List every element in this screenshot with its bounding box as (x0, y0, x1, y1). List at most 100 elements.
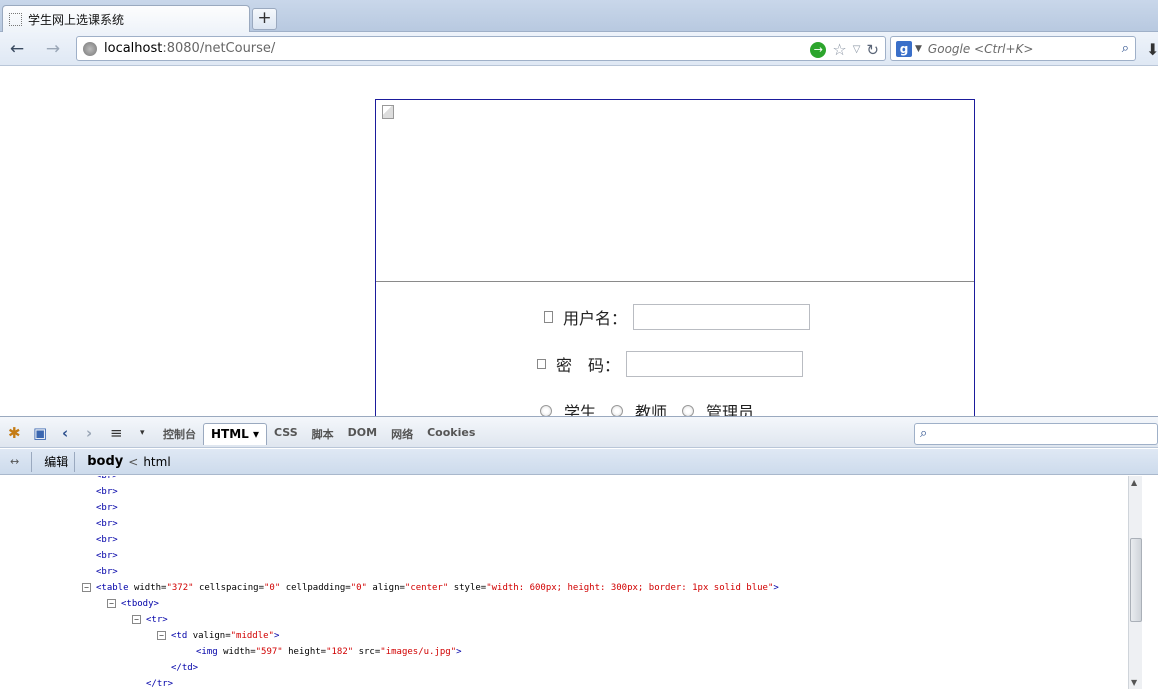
attr-name: height (288, 647, 321, 657)
download-arrow-icon[interactable]: ⬇ (1146, 40, 1158, 59)
firebug-search-input[interactable]: ⌕ (914, 423, 1158, 445)
tab-script[interactable]: 脚本 (305, 423, 341, 445)
attr-name: style (453, 583, 481, 593)
img-tag: <img (196, 647, 218, 657)
search-bar[interactable]: g ▼ Google <Ctrl+K> ⌕ (890, 36, 1136, 61)
scroll-up-icon[interactable]: ▲ (1131, 478, 1137, 487)
html-tree-panel: <br> <br> <br> <br> <br> <br> <br> − <tab… (0, 476, 1128, 689)
url-path: :8080/netCourse/ (162, 41, 276, 56)
panel-dropdown-icon[interactable]: ▾ (140, 425, 145, 441)
role-radio-student[interactable] (540, 405, 552, 416)
tab-cookies[interactable]: Cookies (420, 423, 482, 445)
back-arrow-icon[interactable]: ← (6, 38, 28, 60)
attr-value: "middle" (230, 631, 274, 641)
tree-line-td-close[interactable]: </td> (171, 660, 198, 676)
collapse-icon[interactable]: − (107, 599, 116, 608)
tree-line-img[interactable]: <img width="597" height="182" src="image… (196, 644, 462, 660)
search-placeholder: Google <Ctrl+K> (927, 41, 1034, 56)
attr-value: "images/u.jpg" (380, 647, 457, 657)
role-row: 学生 教师 管理员 (540, 399, 769, 416)
password-input[interactable] (626, 351, 804, 377)
globe-icon (83, 41, 97, 56)
tree-line-tr[interactable]: − <tr> (132, 612, 168, 628)
reload-icon[interactable]: ↻ (866, 41, 879, 59)
username-row: 用户名： (544, 304, 811, 330)
tree-line-br[interactable]: <br> (96, 564, 118, 580)
firebug-bug-icon[interactable]: ✱ (8, 425, 21, 441)
url-host: localhost (104, 41, 163, 56)
attr-name: width (133, 583, 162, 593)
attr-name: src (358, 647, 375, 657)
tab-html[interactable]: HTML ▾ (203, 423, 268, 445)
attr-value: "center" (404, 583, 449, 593)
attr-value: "0" (350, 583, 367, 593)
page-icon (9, 13, 22, 26)
separator (31, 451, 33, 472)
scroll-thumb[interactable] (1130, 538, 1142, 622)
user-icon (544, 311, 553, 323)
edit-button[interactable]: 编辑 (44, 453, 68, 470)
tree-line-td[interactable]: − <td valign="middle"> (157, 628, 279, 644)
tree-line-br[interactable]: <br> (96, 516, 118, 532)
td-tag: <td (171, 631, 188, 641)
attr-value: "597" (255, 647, 283, 657)
back-chevron-icon[interactable]: ‹ (62, 425, 68, 441)
broken-image-icon (382, 105, 394, 119)
attr-name: valign (192, 631, 226, 641)
tab-dom[interactable]: DOM (341, 423, 384, 445)
tree-line-tbody[interactable]: − <tbody> (107, 596, 159, 612)
tab-net[interactable]: 网络 (384, 423, 420, 445)
role-radio-admin[interactable] (682, 405, 695, 416)
inspect-icon[interactable]: ▣ (33, 425, 47, 441)
forward-chevron-icon[interactable]: › (86, 425, 92, 441)
forward-arrow-icon[interactable]: → (42, 38, 64, 60)
password-row: 密 码： (537, 351, 804, 377)
firebug-search-icon: ⌕ (920, 426, 928, 441)
tab-console[interactable]: 控制台 (156, 423, 203, 445)
tree-line-br[interactable]: <br> (96, 548, 118, 564)
role-label-admin: 管理员 (706, 403, 755, 416)
tab-title: 学生网上选课系统 (28, 13, 125, 27)
attr-name: width (223, 647, 251, 657)
breadcrumb-lt: < (128, 454, 139, 469)
firebug-toolbar: ✱ ▣ ‹ › ≡ ▾ 控制台 HTML ▾ CSS 脚本 DOM 网络 Coo… (0, 416, 1158, 448)
table-tag: <table (96, 583, 129, 593)
tree-line-br[interactable]: <br> (96, 532, 118, 548)
google-icon[interactable]: g (896, 40, 912, 57)
collapse-icon[interactable]: − (82, 583, 91, 592)
tree-line-tr-close[interactable]: </tr> (146, 676, 173, 689)
tree-line-br[interactable]: <br> (96, 500, 118, 516)
lock-icon (537, 359, 546, 369)
tree-line-table[interactable]: − <table width="372" cellspacing="0" cell… (82, 580, 779, 596)
breadcrumb-body[interactable]: body (87, 454, 123, 469)
firebug-tabs: 控制台 HTML ▾ CSS 脚本 DOM 网络 Cookies (156, 423, 482, 445)
collapse-icon[interactable]: − (132, 615, 141, 624)
tree-line-br[interactable]: <br> (96, 476, 118, 484)
go-icon[interactable]: → (810, 41, 827, 58)
attr-value: "182" (326, 647, 354, 657)
tab-active[interactable]: 学生网上选课系统 (2, 5, 250, 33)
role-radio-teacher[interactable] (611, 405, 624, 416)
nav-toolbar: ← → localhost :8080/netCourse/ → ☆ ▽ ↻ g… (0, 32, 1158, 66)
attr-value: "width: 600px; height: 300px; border: 1p… (486, 583, 774, 593)
breadcrumb-html[interactable]: html (143, 455, 170, 469)
collapse-icon[interactable]: − (157, 631, 166, 640)
tree-line-br[interactable]: <br> (96, 484, 118, 500)
search-icon[interactable]: ⌕ (1122, 41, 1129, 56)
url-bar[interactable]: localhost :8080/netCourse/ → ☆ ▽ ↻ (76, 36, 886, 61)
tab-strip: 学生网上选课系统 + (0, 0, 1158, 33)
attr-name: align (372, 583, 400, 593)
vertical-scrollbar[interactable]: ▲ ▼ (1128, 476, 1142, 689)
history-dropdown-icon[interactable]: ▽ (853, 44, 861, 55)
role-label-teacher: 教师 (635, 403, 668, 416)
new-tab-button[interactable]: + (252, 8, 277, 30)
tab-css[interactable]: CSS (267, 423, 305, 445)
bookmark-star-icon[interactable]: ☆ (832, 40, 846, 59)
list-menu-icon[interactable]: ≡ (110, 425, 123, 441)
expand-icon[interactable]: ↔ (10, 455, 19, 468)
engine-dropdown-icon[interactable]: ▼ (915, 44, 922, 54)
login-table: 用户名： 密 码： 学生 教师 管理员 (375, 99, 975, 416)
scroll-down-icon[interactable]: ▼ (1131, 678, 1137, 687)
username-input[interactable] (633, 304, 811, 330)
role-label-student: 学生 (564, 403, 597, 416)
